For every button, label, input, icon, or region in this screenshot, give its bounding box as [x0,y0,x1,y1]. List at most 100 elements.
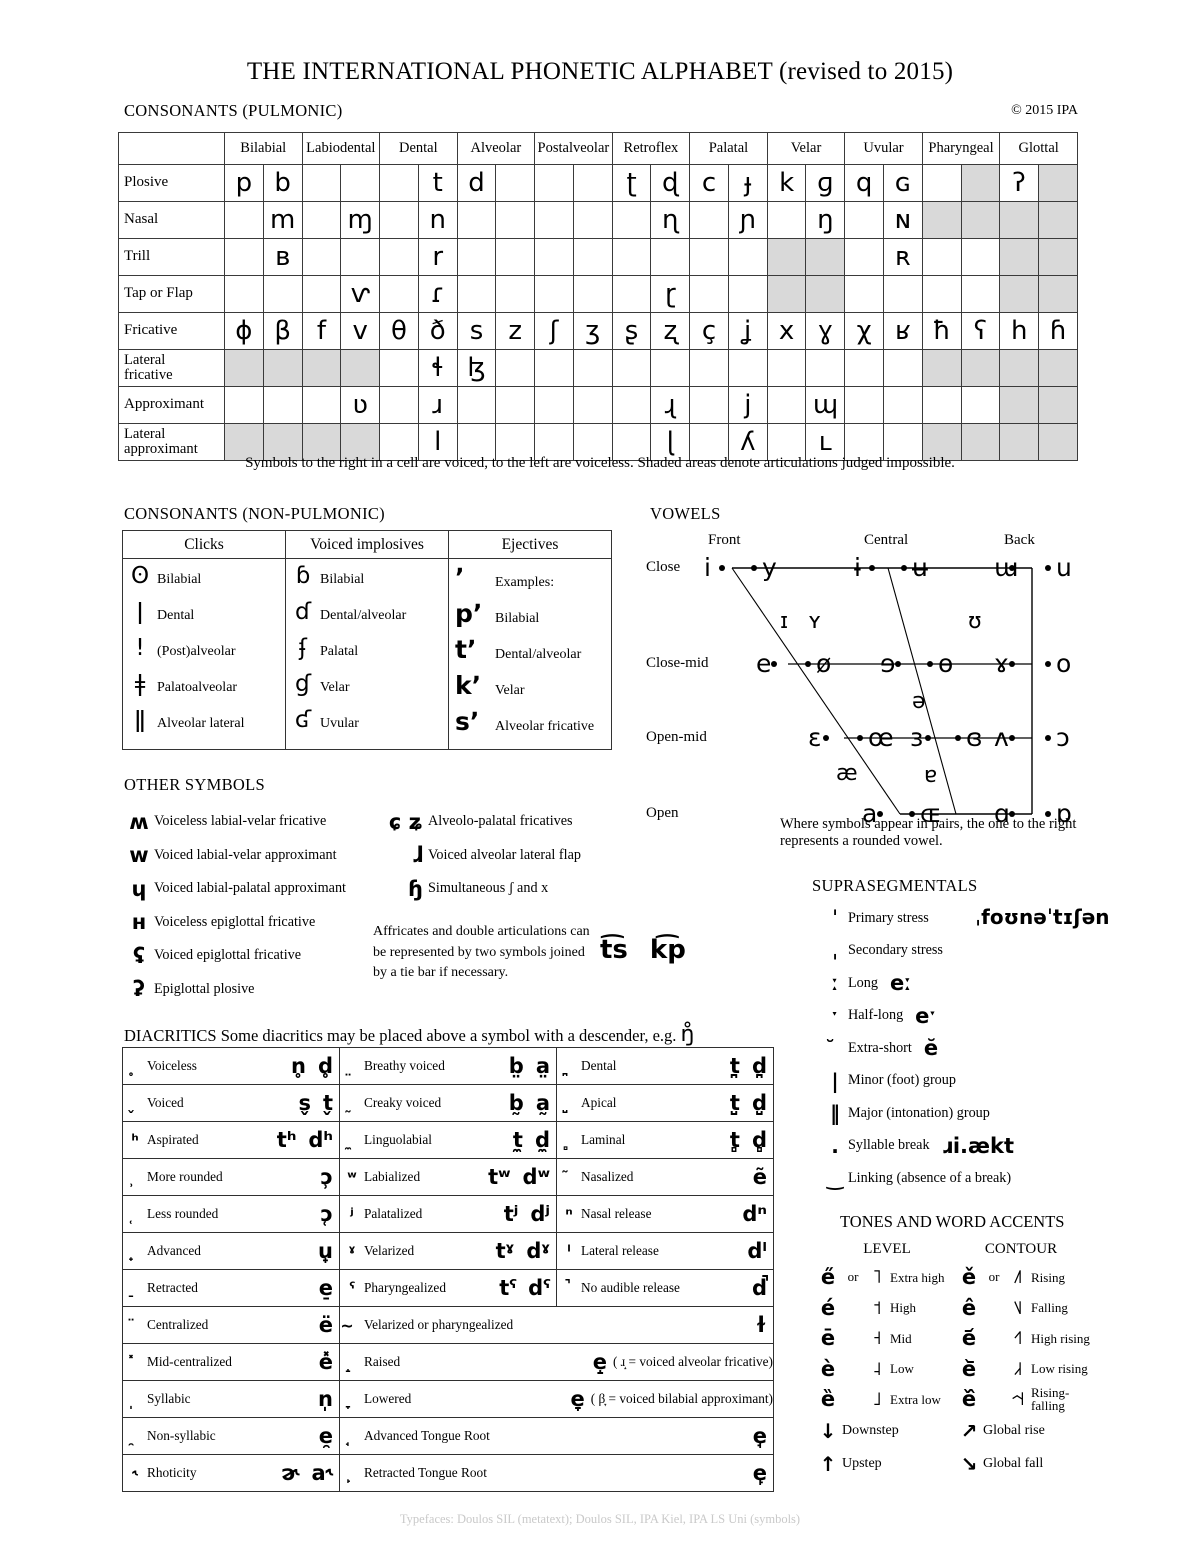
diacritic-cell: ˡ Lateral release dˡ [556,1232,774,1270]
pulmonic-symbol-cell [224,238,264,276]
suprasegmental-symbol: ˌ [831,938,839,963]
list-item: ɠ Velar [286,671,448,707]
pulmonic-symbol-cell [921,164,962,202]
vowel-symbol: œ [868,723,894,752]
tone-arrow-label: Upstep [842,1455,882,1471]
list-item: . Syllable break ɹi.ækt [822,1130,1082,1163]
diacritic-mark: ̤ [340,1057,364,1076]
diacritic-examples: t̻ d̻ [718,1128,773,1152]
other-symbol: ɕ ʑ [388,809,423,834]
pulmonic-symbol-cell [495,238,536,276]
pulmonic-symbol-cell [727,349,768,387]
pulmonic-shaded-cell [999,201,1040,239]
table-row: Nasal m ɱ n ɳ ɲ ŋ ɴ [118,201,1078,239]
nonpulmonic-symbol-label: Dental/alveolar [320,608,407,623]
pulmonic-shaded-cell [1038,164,1078,202]
nonpulmonic-symbol: ɗ [294,599,311,625]
vowel-point-dot [895,661,901,667]
vowel-symbol: ʌ [994,723,1009,752]
nonpulmonic-table-header: Clicks Voiced implosives Ejectives [122,530,612,559]
list-item: ↓ Downstep [814,1415,949,1448]
diacritic-mark: ̬ [123,1094,147,1113]
diacritic-examples: dˡ [735,1239,773,1263]
tone-symbol: é [820,1295,836,1320]
pulmonic-symbol-cell [224,275,264,313]
pulmonic-symbol-cell [495,275,536,313]
diacritic-cell: ̤Breathy voiced b̤ a̤ [339,1047,557,1085]
diacritics-header-text: DIACRITICS Some diacritics may be placed… [124,1026,677,1045]
pulmonic-symbol-cell [379,201,419,239]
pulmonic-symbol-cell: ɱ [340,201,381,239]
pulmonic-col-dental: Dental [379,132,458,165]
pulmonic-symbol-cell [262,275,303,313]
pulmonic-symbol-cell: ʂ [611,312,652,350]
pulmonic-symbol-cell [534,201,574,239]
vowel-symbol: ɜ [910,723,924,752]
tone-label: Low rising [1031,1361,1088,1377]
list-item: ȅ ˩ Extra low [814,1384,949,1415]
nonpulmonic-symbol-label: Palatoalveolar [157,680,238,695]
vowel-symbol: ɤ [994,649,1009,678]
pulmonic-symbol-cell: ɡ [805,164,846,202]
other-symbol: ʜ [131,910,147,935]
diacritic-example: e̘ [752,1424,767,1448]
pulmonic-symbol-cell: ɾ [417,275,458,313]
diacritic-label: Lateral release [581,1243,659,1258]
pulmonic-symbol-cell [495,201,536,239]
diacritic-example: e̽ [318,1350,333,1374]
affricate-symbol: k͡p [649,935,686,965]
diacritic-mark: ̝ [340,1353,364,1372]
suprasegmental-symbol: . [831,1133,839,1158]
list-item: ‖ Major (intonation) group [822,1097,1082,1130]
tone-label: Falling [1031,1300,1068,1316]
pulmonic-symbol-cell [689,238,729,276]
vowel-pairs-note: Where symbols appear in pairs, the one t… [780,816,1077,850]
vowel-symbol: æ [836,761,858,786]
diacritic-label: Rhoticity [147,1465,197,1480]
pulmonic-symbol-cell [495,386,536,424]
diacritic-example: d̥ [317,1054,333,1078]
diacritic-example: dˡ [747,1239,767,1263]
pulmonic-col-bilabial: Bilabial [224,132,303,165]
diacritic-mark: ̥ [123,1057,147,1076]
nonpulmonic-symbol-label: Bilabial [495,611,540,626]
pulmonic-symbol-cell: ʁ [883,312,923,350]
pulmonic-symbol-cell [340,164,381,202]
diacritic-label: Laminal [581,1132,626,1147]
suprasegmental-label: Linking (absence of a break) [848,1169,1012,1186]
pulmonic-symbol-cell: ŋ [805,201,846,239]
nonpulmonic-symbol: ʄ [299,635,307,661]
list-item: ʡ Epiglottal plosive [124,973,384,1007]
pulmonic-symbol-cell: ɳ [650,201,691,239]
suprasegmental-label: Half-long [848,1007,904,1024]
diacritic-cell: ̜Less rounded ɔ̜ [122,1195,340,1233]
pulmonic-symbol-cell [572,275,613,313]
pulmonic-symbol-cell [456,275,497,313]
diacritic-examples: tˤ dˤ [487,1276,556,1300]
diacritic-cell: ⁿ Nasal release dⁿ [556,1195,774,1233]
pulmonic-symbol-cell: ɣ [805,312,846,350]
diacritic-examples: e̙ [741,1461,773,1485]
nonpulmonic-symbol-label: Uvular [320,716,359,731]
tone-symbol: ê [961,1295,977,1320]
diacritic-examples: tʰ dʰ [265,1128,339,1152]
pulmonic-symbol-cell: ɢ [883,164,923,202]
pulmonic-symbol-cell [611,386,652,424]
pulmonic-symbol-cell: ɰ [805,386,846,424]
nonpulmonic-symbol-label: Alveolar lateral [157,716,245,731]
other-symbol-label: Voiced labial-velar approximant [154,846,337,863]
suprasegmental-label: Syllable break [848,1137,930,1154]
pulmonic-symbol-cell [379,349,419,387]
diacritic-example: a̤ [535,1054,550,1078]
tones-subheaders: LEVEL CONTOUR [822,1240,1088,1258]
diacritic-cell: ̩Syllabic n̩ [122,1380,340,1418]
vowel-symbol: u [1056,553,1072,582]
vowel-symbol: ɞ [966,723,983,752]
vowel-point-dot [927,661,933,667]
pulmonic-symbol-cell [689,275,729,313]
diacritic-mark: ̈ [123,1316,147,1335]
tone-symbol: ȅ [820,1387,836,1412]
pulmonic-symbol-cell [379,386,419,424]
tone-symbol: ē [820,1326,836,1351]
pulmonic-symbol-cell [456,238,497,276]
